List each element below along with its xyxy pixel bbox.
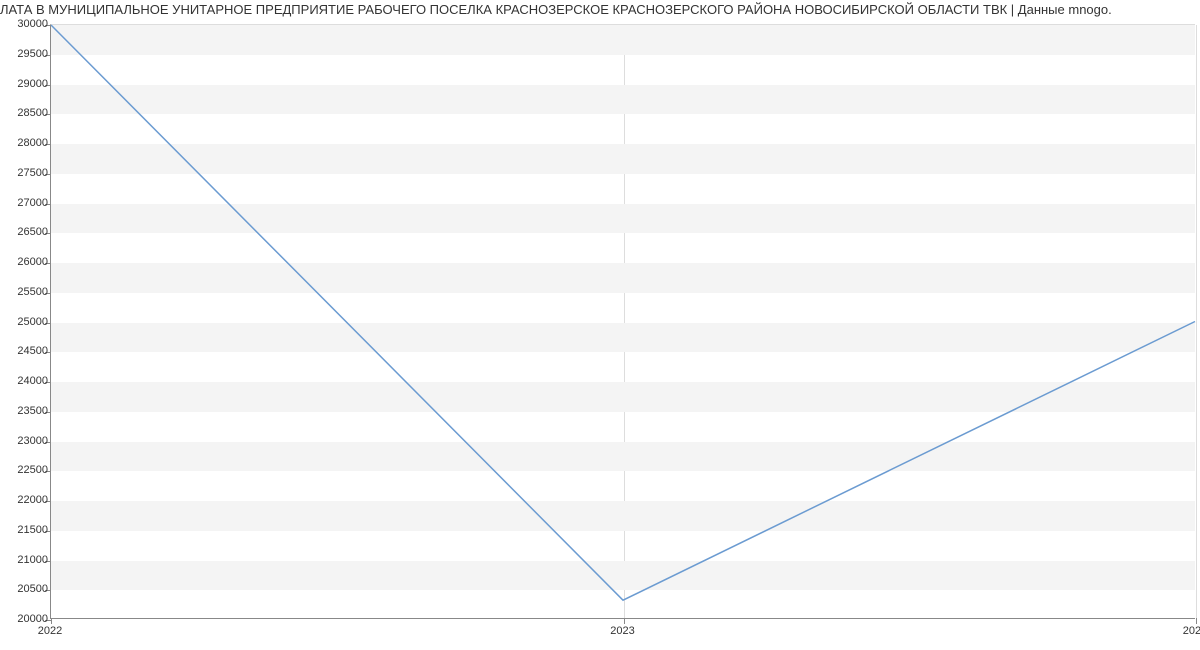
x-tick <box>51 618 52 624</box>
y-axis-label: 25000 <box>6 316 48 328</box>
y-axis-label: 21500 <box>6 524 48 536</box>
x-axis-label: 2022 <box>38 625 62 637</box>
y-axis-label: 23000 <box>6 435 48 447</box>
y-axis-label: 24500 <box>6 345 48 357</box>
x-tick <box>624 618 625 624</box>
x-gridline <box>1196 25 1197 618</box>
y-axis-label: 25500 <box>6 286 48 298</box>
y-axis-label: 28500 <box>6 107 48 119</box>
y-axis-label: 24000 <box>6 375 48 387</box>
y-axis-label: 22500 <box>6 464 48 476</box>
x-tick <box>1196 618 1197 624</box>
line-series <box>51 25 1195 618</box>
plot-area <box>50 24 1195 619</box>
y-axis-label: 20000 <box>6 613 48 625</box>
y-axis-label: 27000 <box>6 197 48 209</box>
y-axis-label: 27500 <box>6 167 48 179</box>
y-axis-label: 29500 <box>6 48 48 60</box>
x-axis-label: 2023 <box>610 625 634 637</box>
y-axis-label: 26000 <box>6 256 48 268</box>
y-axis-label: 30000 <box>6 18 48 30</box>
chart-title: ЛАТА В МУНИЦИПАЛЬНОЕ УНИТАРНОЕ ПРЕДПРИЯТ… <box>0 2 1200 17</box>
y-axis-label: 26500 <box>6 226 48 238</box>
y-axis-label: 22000 <box>6 494 48 506</box>
y-axis-label: 21000 <box>6 554 48 566</box>
y-axis-label: 29000 <box>6 78 48 90</box>
y-axis-label: 20500 <box>6 583 48 595</box>
x-axis-label: 2024 <box>1183 625 1200 637</box>
y-axis-label: 28000 <box>6 137 48 149</box>
y-axis-label: 23500 <box>6 405 48 417</box>
